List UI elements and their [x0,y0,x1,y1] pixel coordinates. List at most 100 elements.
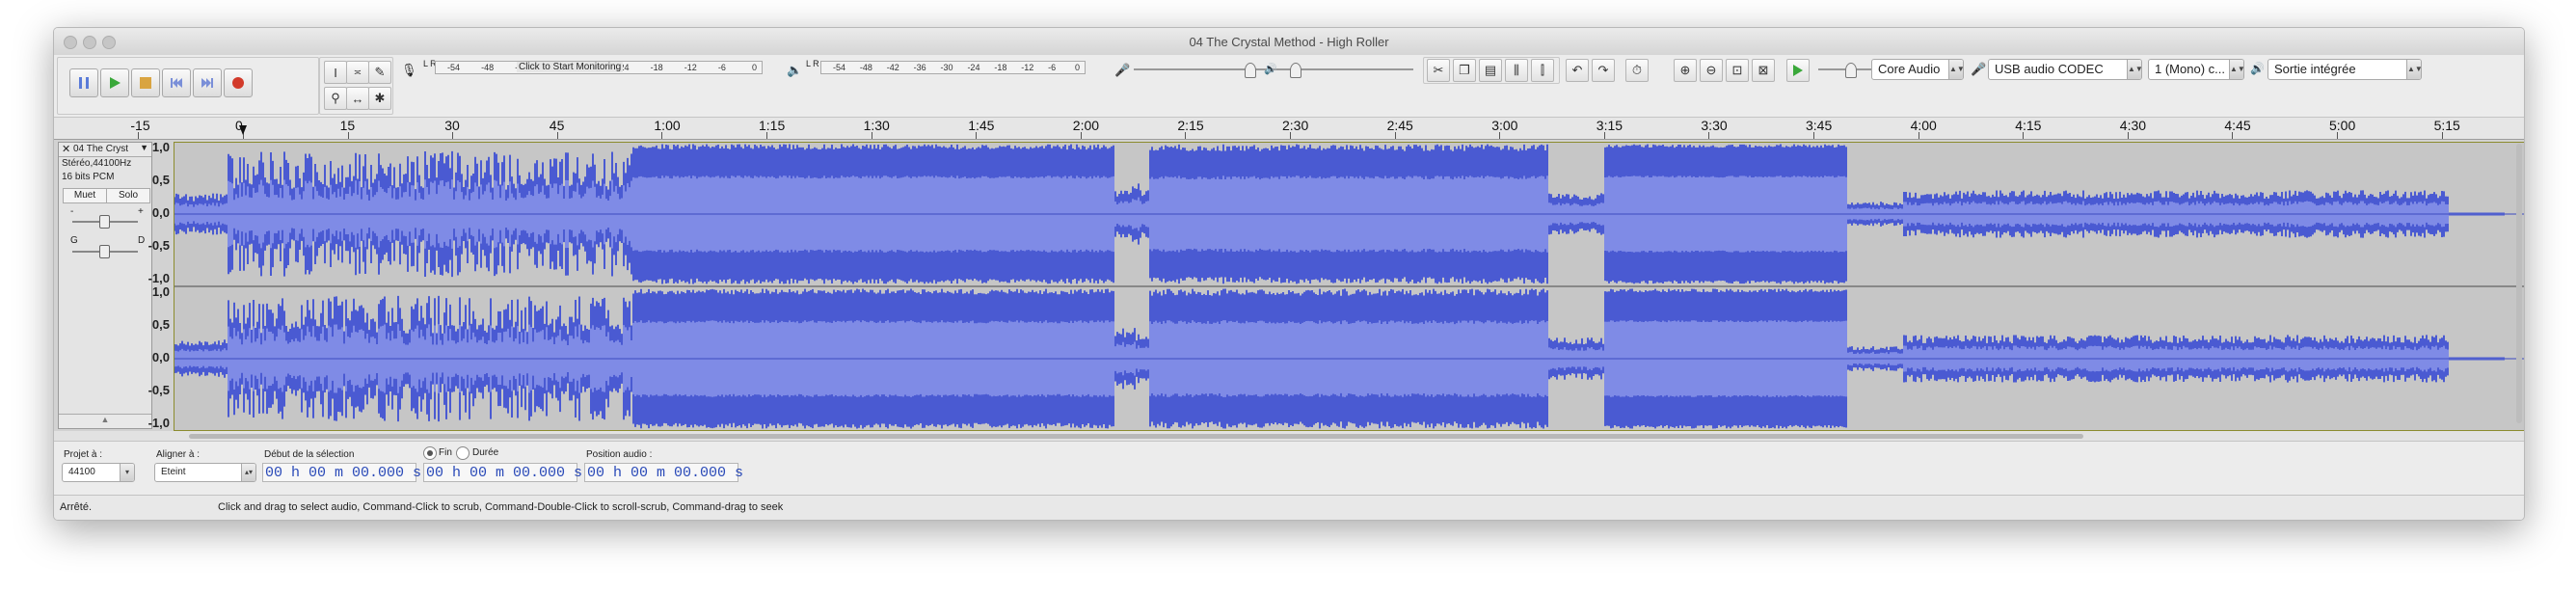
record-button[interactable] [224,68,253,97]
silence-button[interactable]: ⫿ [1531,59,1554,82]
meter-tick-label: -48 [481,63,494,72]
gain-minus-label: - [70,206,73,217]
ruler-tick-label: 2:45 [1387,118,1413,133]
amplitude-tick-label: 0,5 [152,317,170,332]
stop-button[interactable] [131,68,160,97]
track-format-bits: 16 bits PCM [62,172,114,182]
selection-start-field[interactable]: 00 h 00 m 00.000 s [262,463,416,482]
chevron-down-icon: ▴▾ [241,464,255,481]
chevron-down-icon: ▲▼ [1948,60,1963,79]
recording-device-value: USB audio CODEC [1995,62,2104,76]
recording-device-select[interactable]: USB audio CODEC ▲▼ [1988,59,2142,80]
zoom-tool-button[interactable]: ⚲ [324,87,347,110]
ruler-tick-mark [661,132,662,139]
amplitude-tick-label: -0,5 [148,238,170,253]
vertical-scrollbar[interactable] [2516,144,2522,423]
play-speed-thumb[interactable] [1845,63,1857,78]
selection-end-field[interactable]: 00 h 00 m 00.000 s [423,463,577,482]
record-volume-thumb[interactable] [1245,63,1256,78]
chevron-down-icon: ▲▼ [2229,60,2243,79]
ruler-tick-mark [766,132,767,139]
speaker-icon: 🔈 [787,63,802,78]
meter-tick-label: 0 [752,63,757,72]
audio-host-select[interactable]: Core Audio ▲▼ [1871,59,1964,80]
collapse-track-button[interactable]: ▲ [59,414,151,428]
redo-button[interactable]: ↷ [1592,59,1615,82]
waveform-display[interactable] [174,142,2525,431]
chevron-down-icon: ▾ [120,464,134,481]
amplitude-tick-label: 1,0 [152,284,170,299]
solo-button[interactable]: Solo [106,188,150,203]
ruler-tick-label: 4:30 [2120,118,2146,133]
ruler-tick-label: 1:15 [759,118,785,133]
track-menu-chevron-icon[interactable]: ▼ [140,143,148,152]
mute-button[interactable]: Muet [63,188,107,203]
playback-device-value: Sortie intégrée [2274,62,2356,76]
multi-tool-button[interactable]: ✱ [368,87,391,110]
track-name[interactable]: 04 The Cryst [73,144,128,154]
pause-button[interactable] [69,68,98,97]
trim-button[interactable]: ⫼ [1505,59,1528,82]
cut-button[interactable]: ✂ [1427,59,1450,82]
meter-tick-label: -24 [967,63,979,72]
timeline-ruler[interactable]: -15 0 15 30 45 1:00 1:15 1:30 1:45 2:00 2:15 2:30 2:… [54,118,2524,140]
skip-to-end-button[interactable] [193,68,222,97]
audio-position-field[interactable]: 00 h 00 m 00.000 s [584,463,738,482]
recording-channels-select[interactable]: 1 (Mono) c... ▲▼ [2148,59,2244,80]
amplitude-tick-label: 0,5 [152,173,170,187]
sync-lock-button[interactable]: ⏱ [1625,59,1649,82]
track-control-panel: ✕ 04 The Cryst ▼ Stéréo,44100Hz 16 bits … [58,142,152,429]
horizontal-scrollbar[interactable] [189,434,2083,439]
fit-selection-button[interactable]: ⊡ [1726,59,1749,82]
playback-volume-thumb[interactable] [1290,63,1301,78]
horizontal-scroll-track [54,431,2524,441]
skip-to-start-button[interactable] [162,68,191,97]
copy-button[interactable]: ❐ [1453,59,1476,82]
play-at-speed-button[interactable] [1786,59,1810,82]
selection-toolbar: Projet à : 44100 ▾ Aligner à : Eteint ▴▾ D… [54,441,2524,496]
zoom-out-button[interactable]: ⊖ [1700,59,1723,82]
playback-meter[interactable]: -54 -48 -42 -36 -30 -24 -18 -12 -6 0 [820,61,1086,74]
undo-icon: ↶ [1572,63,1583,78]
playhead-marker[interactable] [239,125,247,135]
gain-slider-thumb[interactable] [99,215,110,229]
ruler-tick-mark [976,132,977,139]
playback-device-speaker-icon: 🔊 [2250,62,2265,75]
sync-lock-icon: ⏱ [1632,63,1642,78]
selection-tool-button[interactable]: I [324,61,347,84]
monitor-hint[interactable]: Click to Start Monitoring [517,62,623,72]
status-bar: Arrêté. Click and drag to select audio, … [54,495,2524,521]
scissors-icon: ✂ [1434,63,1444,78]
playback-device-select[interactable]: Sortie intégrée ▲▼ [2267,59,2422,80]
paste-icon: ▤ [1485,63,1496,78]
fit-project-button[interactable]: ⊠ [1752,59,1775,82]
ruler-tick-label: 3:00 [1491,118,1517,133]
envelope-tool-button[interactable]: ≍ [346,61,369,84]
status-state: Arrêté. [60,501,92,513]
record-icon [231,76,245,90]
project-rate-select[interactable]: 44100 ▾ [62,463,135,482]
project-rate-value: 44100 [68,467,95,477]
pause-icon [77,76,91,90]
chevron-down-icon: ▲▼ [2406,60,2421,79]
zoom-in-button[interactable]: ⊕ [1674,59,1697,82]
skip-end-icon [201,76,214,90]
play-button[interactable] [100,68,129,97]
status-hint: Click and drag to select audio, Command-… [218,501,783,513]
timeshift-tool-button[interactable]: ↔ [346,87,369,110]
ruler-tick-mark [138,132,139,139]
chevron-down-icon: ▲▼ [2127,60,2141,79]
length-radio[interactable] [456,446,470,460]
end-radio[interactable] [423,446,437,460]
meter-tick-label: -48 [860,63,872,72]
draw-tool-button[interactable]: ✎ [368,61,391,84]
snap-to-select[interactable]: Eteint ▴▾ [154,463,256,482]
ruler-tick-mark [2442,132,2443,139]
ruler-tick-label: 2:15 [1177,118,1203,133]
paste-button[interactable]: ▤ [1479,59,1502,82]
amplitude-tick-label: -1,0 [148,271,170,285]
undo-button[interactable]: ↶ [1566,59,1589,82]
close-track-icon[interactable]: ✕ [62,143,70,155]
toolbar: I ≍ ✎ ⚲ ↔ ✱ 🎙 L R -54-48-42-36-30-24-18-… [54,55,2524,118]
pan-slider-thumb[interactable] [99,245,110,258]
